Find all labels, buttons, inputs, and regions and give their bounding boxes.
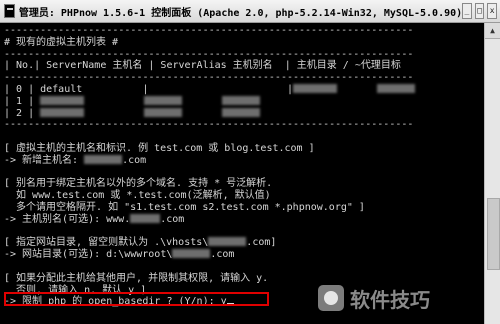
- table-row: | 2 |: [4, 107, 482, 120]
- redacted-value: [40, 95, 85, 105]
- table-row: | 1 |: [4, 95, 482, 108]
- directory-hint: [ 指定网站目录, 留空则默认为 .\vhosts\ .com]: [4, 237, 482, 249]
- table-row-text: | 1 |: [4, 95, 35, 107]
- redacted-value: [84, 154, 123, 164]
- redacted-value: [130, 213, 161, 223]
- window-title: 管理员: PHPnow 1.5.6-1 控制面板 (Apache 2.0, ph…: [18, 7, 463, 19]
- redacted-value: [292, 83, 337, 93]
- prompt-label: -> 主机别名(可选): www.: [4, 213, 131, 225]
- watermark-text: 软件技巧: [350, 287, 430, 312]
- redacted-value: [222, 107, 261, 117]
- redacted-value: [222, 95, 261, 105]
- table-row-text: | 2 |: [4, 107, 35, 119]
- vertical-scrollbar[interactable]: ▲: [484, 23, 500, 324]
- scroll-up-icon[interactable]: ▲: [485, 23, 500, 39]
- watermark-logo-icon: [318, 285, 344, 311]
- hostname-prompt: -> 新增主机名: .com: [4, 154, 482, 167]
- hostname-hint: [ 虚拟主机的主机名和标识. 例 test.com 或 blog.test.co…: [4, 142, 315, 154]
- prompt-label: -> 网站目录(可选): d:\wwwroot\: [4, 249, 173, 261]
- domain-suffix: .com: [122, 154, 147, 166]
- table-row: | 0 | default | |: [4, 83, 482, 96]
- domain-suffix: .com]: [246, 237, 277, 249]
- minimize-button[interactable]: _: [462, 3, 472, 19]
- separator-line: ----------------------------------------…: [4, 25, 414, 36]
- table-row-text: | 0 | default | |: [4, 83, 293, 95]
- alias-prompt: -> 主机别名(可选): www. .com: [4, 213, 482, 226]
- domain-suffix: .com: [210, 249, 235, 261]
- redacted-value: [144, 107, 183, 117]
- console-output[interactable]: ----------------------------------------…: [4, 25, 482, 321]
- console-window: 管理员: PHPnow 1.5.6-1 控制面板 (Apache 2.0, ph…: [0, 0, 500, 324]
- alias-hint: 多个请用空格隔开. 如 "s1.test.com s2.test.com *.p…: [4, 201, 365, 213]
- console-icon: [4, 4, 15, 18]
- redacted-value: [376, 83, 415, 93]
- alias-hint: [ 别名用于绑定主机名以外的多个域名. 支持 * 号泛解析.: [4, 178, 273, 190]
- redacted-value: [144, 95, 183, 105]
- separator-line: ----------------------------------------…: [4, 119, 414, 131]
- separator-line: ----------------------------------------…: [4, 48, 414, 60]
- prompt-label: -> 新增主机名:: [4, 154, 79, 166]
- highlight-box: [4, 292, 269, 306]
- watermark: 软件技巧: [318, 283, 488, 313]
- close-button[interactable]: x: [487, 3, 497, 19]
- vhost-list-heading: # 现有的虚拟主机列表 #: [4, 36, 119, 48]
- separator-line: ----------------------------------------…: [4, 72, 414, 84]
- redacted-value: [172, 249, 211, 259]
- title-bar[interactable]: 管理员: PHPnow 1.5.6-1 控制面板 (Apache 2.0, ph…: [0, 0, 500, 23]
- alias-hint: 如 www.test.com 或 *.test.com(泛解析, 默认值): [4, 190, 271, 202]
- hint-text: [ 指定网站目录, 留空则默认为 .\vhosts\: [4, 237, 209, 249]
- domain-suffix: .com: [160, 213, 185, 225]
- redacted-value: [40, 107, 85, 117]
- redacted-value: [208, 237, 247, 247]
- table-header: | No.| ServerName 主机名 | ServerAlias 主机别名…: [4, 60, 401, 72]
- directory-prompt: -> 网站目录(可选): d:\wwwroot\ .com: [4, 249, 482, 261]
- scroll-thumb[interactable]: [487, 198, 500, 270]
- maximize-button[interactable]: □: [474, 3, 485, 19]
